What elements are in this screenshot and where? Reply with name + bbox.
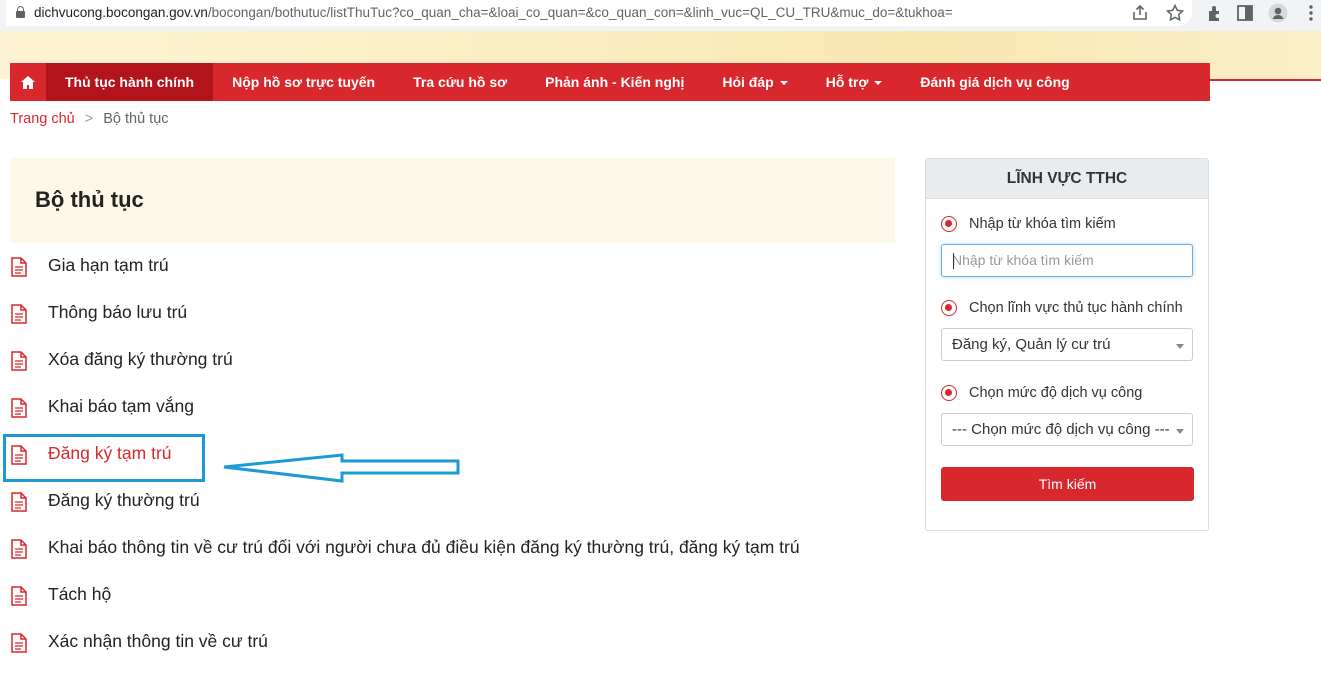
home-icon[interactable] xyxy=(10,63,46,101)
document-icon xyxy=(10,257,28,277)
procedure-item[interactable]: Xác nhận thông tin về cư trú xyxy=(10,619,895,666)
page-title: Bộ thủ tục xyxy=(35,187,144,212)
browser-toolbar: dichvucong.bocongan.gov.vn/bocongan/both… xyxy=(0,0,1321,31)
procedure-link[interactable]: Đăng ký thường trú xyxy=(48,490,200,511)
lock-icon[interactable] xyxy=(16,6,25,18)
procedure-link[interactable]: Khai báo thông tin về cư trú đối với ngư… xyxy=(48,537,800,558)
share-icon[interactable] xyxy=(1130,3,1150,23)
nav-item-phan-anh-kien-nghi[interactable]: Phản ánh - Kiến nghị xyxy=(526,63,703,101)
procedure-link[interactable]: Gia hạn tạm trú xyxy=(48,255,169,276)
nav-item-tra-cuu-ho-so[interactable]: Tra cứu hồ sơ xyxy=(394,63,526,101)
document-icon xyxy=(10,304,28,324)
breadcrumb: Trang chủ > Bộ thủ tục xyxy=(10,111,169,127)
level-select[interactable]: --- Chọn mức độ dịch vụ công --- xyxy=(941,413,1193,446)
document-icon xyxy=(10,398,28,418)
keyword-placeholder: Nhập từ khóa tìm kiếm xyxy=(952,252,1094,268)
procedure-item[interactable]: Đăng ký thường trú xyxy=(10,478,895,525)
keyword-option[interactable]: Nhập từ khóa tìm kiếm xyxy=(941,216,1116,232)
chevron-down-icon xyxy=(1176,344,1184,349)
procedure-link[interactable]: Thông báo lưu trú xyxy=(48,302,187,323)
procedure-link[interactable]: Xóa đăng ký thường trú xyxy=(48,349,233,370)
field-option[interactable]: Chọn lĩnh vực thủ tục hành chính xyxy=(941,300,1183,316)
highlight-annotation-box xyxy=(3,434,205,482)
procedure-item[interactable]: Tách hộ xyxy=(10,572,895,619)
radio-icon[interactable] xyxy=(941,385,957,401)
nav-item-thu-tuc-hanh-chinh[interactable]: Thủ tục hành chính xyxy=(46,63,214,101)
keyword-label: Nhập từ khóa tìm kiếm xyxy=(969,216,1116,232)
side-panel-icon[interactable] xyxy=(1235,3,1255,23)
keyword-search-input[interactable]: Nhập từ khóa tìm kiếm xyxy=(941,244,1193,277)
field-label: Chọn lĩnh vực thủ tục hành chính xyxy=(969,300,1183,316)
field-select-value: Đăng ký, Quản lý cư trú xyxy=(952,336,1111,353)
nav-item-hoi-dap[interactable]: Hỏi đáp xyxy=(703,63,806,101)
radio-icon[interactable] xyxy=(941,216,957,232)
main-nav: Thủ tục hành chính Nộp hồ sơ trực tuyến … xyxy=(10,63,1210,101)
procedure-item[interactable]: Xóa đăng ký thường trú xyxy=(10,337,895,384)
extensions-icon[interactable] xyxy=(1205,3,1225,23)
breadcrumb-home-link[interactable]: Trang chủ xyxy=(10,111,75,127)
browser-menu-icon[interactable] xyxy=(1301,3,1321,23)
bookmark-star-icon[interactable] xyxy=(1165,3,1185,23)
document-icon xyxy=(10,351,28,371)
chevron-down-icon xyxy=(1176,429,1184,434)
caret-down-icon xyxy=(779,81,788,86)
nav-item-ho-tro-label: Hỗ trợ xyxy=(825,74,869,90)
procedure-link[interactable]: Xác nhận thông tin về cư trú xyxy=(48,631,268,652)
document-icon xyxy=(10,492,28,512)
nav-item-ho-tro[interactable]: Hỗ trợ xyxy=(807,63,902,101)
nav-item-danh-gia[interactable]: Đánh giá dịch vụ công xyxy=(901,63,1088,101)
search-button[interactable]: Tìm kiếm xyxy=(941,467,1194,501)
panel-title: LĨNH VỰC TTHC xyxy=(926,159,1208,199)
caret-down-icon xyxy=(874,81,883,86)
profile-avatar-icon[interactable] xyxy=(1268,3,1288,23)
level-select-value: --- Chọn mức độ dịch vụ công --- xyxy=(952,421,1170,438)
document-icon xyxy=(10,539,28,559)
field-select[interactable]: Đăng ký, Quản lý cư trú xyxy=(941,328,1193,361)
level-label: Chọn mức độ dịch vụ công xyxy=(969,385,1143,401)
procedure-link[interactable]: Khai báo tạm vắng xyxy=(48,396,194,417)
nav-item-nop-ho-so[interactable]: Nộp hồ sơ trực tuyến xyxy=(213,63,394,101)
search-panel: LĨNH VỰC TTHC Nhập từ khóa tìm kiếm Nhập… xyxy=(925,158,1209,531)
breadcrumb-current: Bộ thủ tục xyxy=(103,111,169,127)
url-text[interactable]: dichvucong.bocongan.gov.vn/bocongan/both… xyxy=(34,5,953,20)
level-option[interactable]: Chọn mức độ dịch vụ công xyxy=(941,385,1142,401)
document-icon xyxy=(10,633,28,653)
radio-icon[interactable] xyxy=(941,300,957,316)
procedure-item[interactable]: Khai báo tạm vắng xyxy=(10,384,895,431)
page-title-box: Bộ thủ tục xyxy=(10,158,895,243)
nav-item-hoi-dap-label: Hỏi đáp xyxy=(722,74,774,90)
procedure-link[interactable]: Tách hộ xyxy=(48,584,111,605)
procedure-item[interactable]: Khai báo thông tin về cư trú đối với ngư… xyxy=(10,525,895,572)
procedure-item[interactable]: Thông báo lưu trú xyxy=(10,290,895,337)
document-icon xyxy=(10,586,28,606)
annotation-arrow-icon xyxy=(223,453,460,483)
banner-divider xyxy=(1209,79,1321,81)
breadcrumb-separator: > xyxy=(84,111,94,127)
procedure-item[interactable]: Gia hạn tạm trú xyxy=(10,243,895,290)
address-bar[interactable]: dichvucong.bocongan.gov.vn/bocongan/both… xyxy=(6,0,1192,26)
